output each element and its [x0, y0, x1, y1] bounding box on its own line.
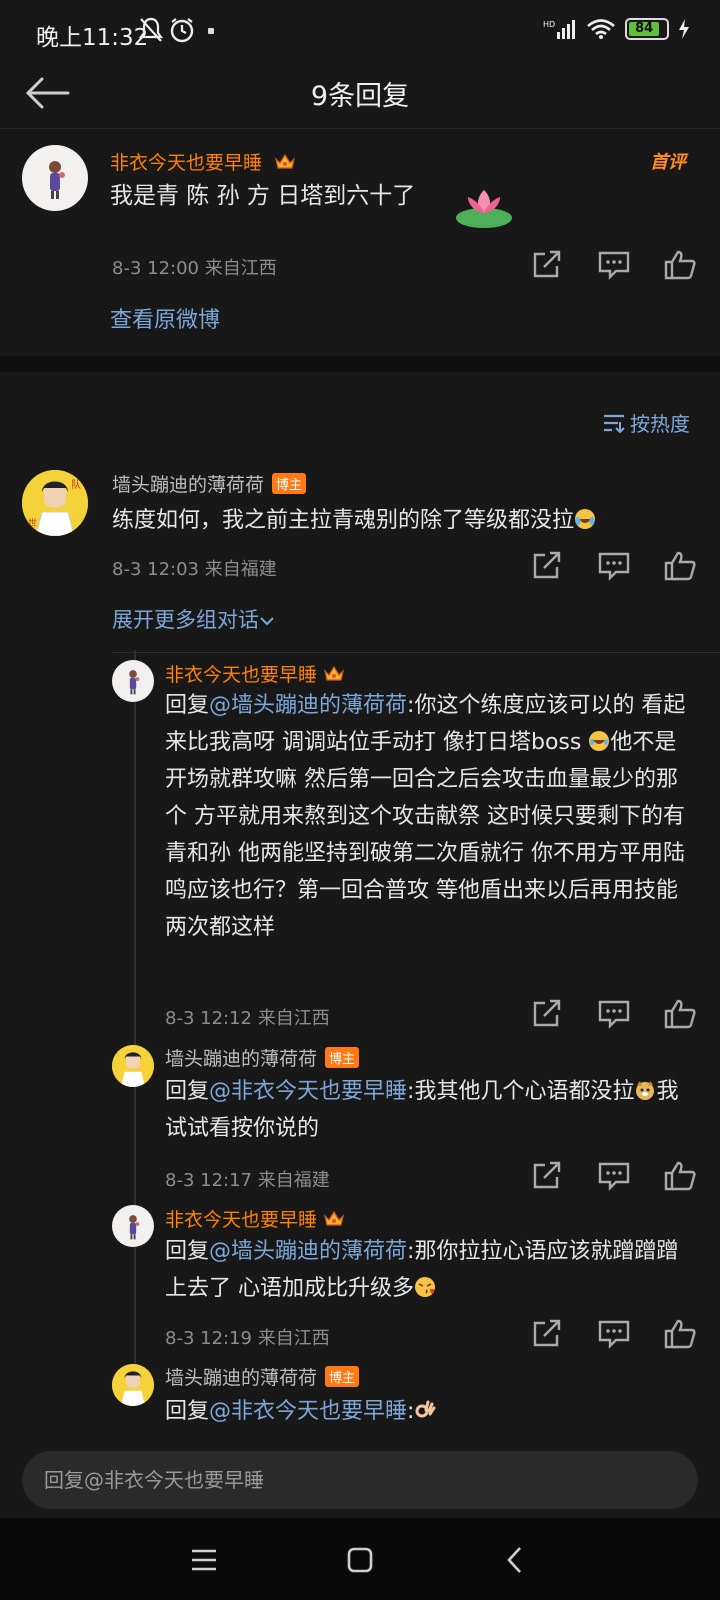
battery-indicator: 84	[625, 18, 669, 40]
reply-actions	[530, 998, 698, 1030]
like-icon[interactable]	[662, 550, 698, 582]
mention-link[interactable]: @墙头蹦迪的薄荷荷	[209, 693, 407, 718]
header-divider	[0, 128, 720, 129]
signal-icon: HD	[543, 20, 575, 39]
avatar[interactable]	[112, 1205, 154, 1247]
avatar-boy-icon: 队 世	[22, 470, 88, 536]
notification-dot-icon	[208, 28, 214, 34]
avatar[interactable]	[22, 145, 88, 211]
like-icon[interactable]	[662, 998, 698, 1030]
back-icon[interactable]	[498, 1542, 534, 1578]
page-title: 9条回复	[310, 81, 410, 112]
status-right: HD 84	[543, 18, 690, 40]
share-icon[interactable]	[530, 1160, 566, 1192]
avatar-girl-icon	[49, 161, 65, 199]
comment-icon[interactable]	[596, 249, 632, 281]
like-icon[interactable]	[662, 1160, 698, 1192]
comment-meta: 8-3 12:03 来自福建	[112, 559, 277, 580]
reply-author-name[interactable]: 墙头蹦迪的薄荷荷 博主	[165, 1363, 360, 1390]
lotus-sticker-icon	[456, 190, 512, 228]
mention-link[interactable]: @非衣今天也要早睡	[209, 1079, 407, 1104]
thread-line	[134, 650, 136, 1370]
avatar[interactable]: 队 世	[22, 470, 88, 536]
sort-icon	[604, 414, 625, 433]
view-original-link[interactable]: 查看原微博	[110, 302, 220, 334]
section-divider	[0, 356, 720, 372]
mention-link[interactable]: @墙头蹦迪的薄荷荷	[209, 1239, 407, 1264]
avatar[interactable]	[112, 1045, 154, 1087]
reply-actions	[530, 1318, 698, 1350]
share-icon[interactable]	[530, 998, 566, 1030]
crown-icon	[275, 153, 296, 169]
reply-input-container	[22, 1451, 698, 1509]
reply-text: 回复@非衣今天也要早睡:我其他几个心语都没拉 我试试看按你说的	[165, 1079, 679, 1141]
comment-text: 我是青 陈 孙 方 日塔到六十了	[110, 183, 416, 209]
comment-actions	[530, 550, 698, 582]
avatar[interactable]	[112, 660, 154, 702]
comment-meta: 8-3 12:00 来自江西	[112, 258, 277, 279]
chevron-down-icon	[260, 617, 274, 626]
home-icon[interactable]	[342, 1542, 378, 1578]
reply-meta: 8-3 12:17 来自福建	[165, 1170, 330, 1191]
expand-conversation-link[interactable]: 展开更多组对话	[112, 604, 275, 634]
charging-icon	[679, 19, 689, 39]
sort-button[interactable]: 按热度	[602, 408, 690, 437]
reply-author-name[interactable]: 非衣今天也要早睡	[165, 1205, 345, 1232]
reply-input[interactable]	[22, 1451, 698, 1509]
comment-icon[interactable]	[596, 1318, 632, 1350]
menu-icon[interactable]	[186, 1542, 222, 1578]
commenter-name[interactable]: 墙头蹦迪的薄荷荷 博主	[112, 470, 307, 497]
comment-actions	[530, 249, 698, 281]
reply-actions	[530, 1160, 698, 1192]
share-icon[interactable]	[530, 550, 566, 582]
share-icon[interactable]	[530, 249, 566, 281]
header: 9条回复	[0, 60, 720, 130]
svg-text:HD: HD	[543, 20, 555, 29]
comment-text: 练度如何，我之前主拉青魂别的除了等级都没拉	[112, 502, 702, 539]
doge-emoji-icon	[636, 1081, 655, 1100]
wifi-icon	[587, 19, 615, 39]
laugh-cry-emoji-icon	[575, 509, 596, 529]
comment-icon[interactable]	[596, 550, 632, 582]
reply-author-name[interactable]: 墙头蹦迪的薄荷荷 博主	[165, 1044, 360, 1071]
avatar-girl-icon	[129, 1215, 140, 1240]
system-nav-bar	[0, 1518, 720, 1600]
mention-link[interactable]: @非衣今天也要早睡	[209, 1399, 407, 1424]
svg-text:世: 世	[28, 517, 37, 529]
thread-divider	[112, 652, 720, 653]
blogger-tag: 博主	[325, 1047, 360, 1068]
avatar-girl-icon	[129, 670, 140, 695]
like-icon[interactable]	[662, 249, 698, 281]
comment-icon[interactable]	[596, 1160, 632, 1192]
svg-text:队: 队	[71, 478, 81, 491]
status-bar: 晚上11:32 HD 84	[0, 0, 720, 64]
crown-icon	[323, 665, 345, 681]
avatar-boy-icon	[112, 1045, 154, 1087]
comment-icon[interactable]	[596, 998, 632, 1030]
commenter-name[interactable]: 非衣今天也要早睡	[110, 148, 296, 175]
laugh-emoji-icon	[589, 731, 610, 751]
share-icon[interactable]	[530, 1318, 566, 1350]
battery-level: 84	[629, 22, 660, 36]
reply-text: 回复@墙头蹦迪的薄荷荷:你这个练度应该可以的 看起来比我高呀 调调站位手动打 像…	[165, 693, 686, 940]
ok-hand-emoji-icon	[415, 1400, 436, 1418]
reply-text: 回复@墙头蹦迪的薄荷荷:那你拉拉心语应该就蹭蹭蹭上去了 心语加成比升级多	[165, 1239, 679, 1301]
first-comment-badge: 首评	[650, 152, 686, 173]
like-icon[interactable]	[662, 1318, 698, 1350]
reply-meta: 8-3 12:19 来自江西	[165, 1328, 330, 1349]
status-time: 晚上11:32	[36, 25, 149, 51]
avatar[interactable]	[112, 1364, 154, 1406]
kiss-emoji-icon	[415, 1277, 435, 1297]
blogger-tag: 博主	[325, 1366, 360, 1387]
reply-text: 回复@非衣今天也要早睡:	[165, 1393, 695, 1430]
reply-meta: 8-3 12:12 来自江西	[165, 1008, 330, 1029]
reply-author-name[interactable]: 非衣今天也要早睡	[165, 660, 345, 687]
sort-label: 按热度	[630, 412, 690, 436]
mute-bell-icon	[138, 17, 164, 42]
blogger-tag: 博主	[272, 473, 307, 494]
alarm-icon	[170, 18, 194, 43]
avatar-boy-icon	[112, 1364, 154, 1406]
crown-icon	[323, 1210, 345, 1226]
